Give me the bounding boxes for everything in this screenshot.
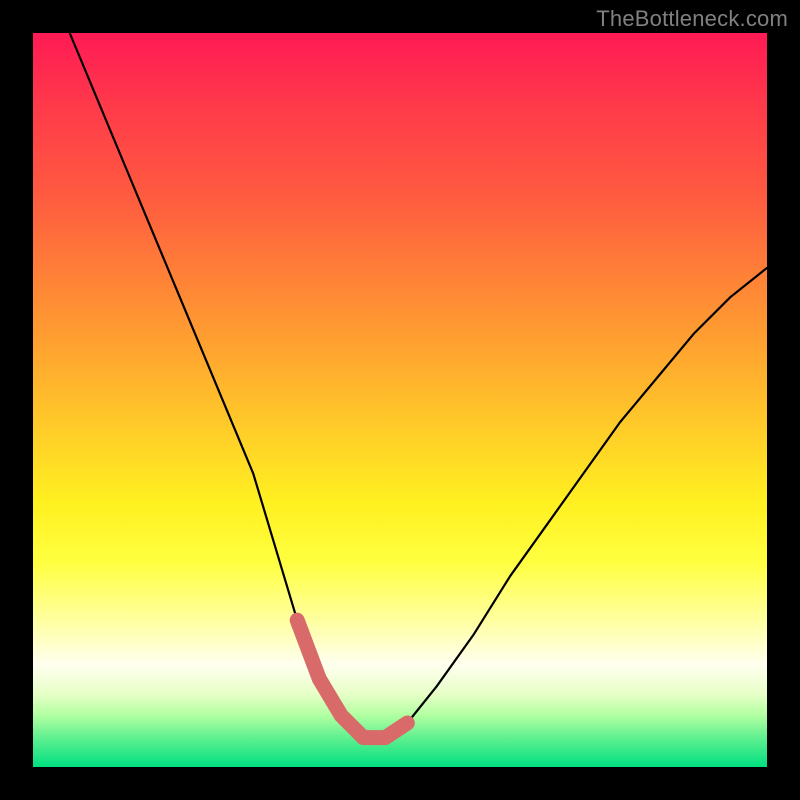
highlight-band: [297, 620, 407, 737]
bottleneck-curve: [70, 33, 767, 738]
chart-svg: [33, 33, 767, 767]
chart-frame: TheBottleneck.com: [0, 0, 800, 800]
chart-plot-area: [33, 33, 767, 767]
watermark-text: TheBottleneck.com: [596, 6, 788, 32]
